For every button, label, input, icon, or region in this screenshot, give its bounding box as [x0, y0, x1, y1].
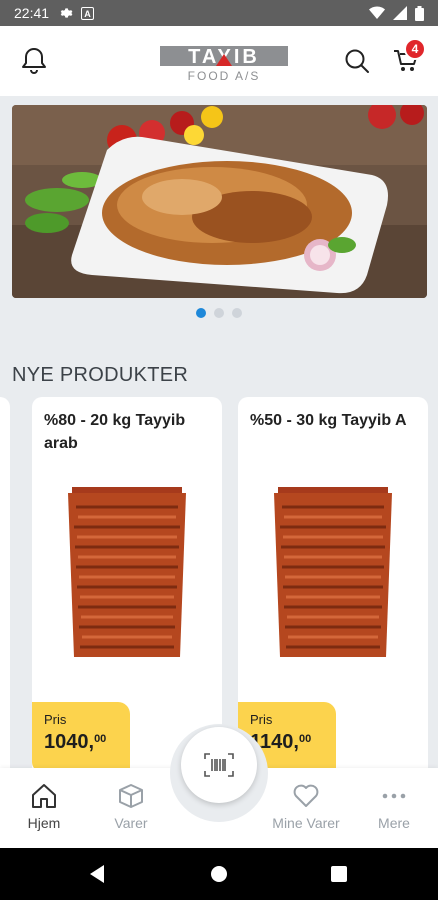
logo-subtext: FOOD A/S: [188, 69, 261, 83]
status-bar: 22:41 A: [0, 0, 438, 26]
product-title: %50 - 30 kg Tayyib A: [250, 412, 407, 429]
home-circle-icon[interactable]: [210, 864, 228, 884]
more-dots-icon: [382, 793, 406, 799]
tayib-logo[interactable]: TAYIB FOOD A/S: [160, 44, 288, 84]
nav-home-label: Hjem: [27, 815, 61, 831]
product-image: [68, 487, 186, 657]
promo-banner[interactable]: [12, 105, 427, 298]
svg-text:A: A: [84, 9, 91, 19]
nav-more-label: Mere: [378, 815, 410, 831]
product-card[interactable]: %80 - 20 kg Tayyib arab Pris 1040,00: [32, 397, 222, 769]
new-products-carousel[interactable]: %80 - 20 kg Tayyib arab Pris 1040,00 %50…: [0, 397, 438, 769]
system-navigation-bar: [0, 848, 438, 900]
nav-home[interactable]: Hjem: [4, 782, 84, 831]
wifi-icon: [369, 6, 385, 19]
barcode-scan-button[interactable]: [181, 727, 257, 803]
heart-icon: [293, 784, 319, 807]
bell-icon: [22, 48, 46, 74]
pagination-dot-1[interactable]: [196, 308, 206, 318]
signal-icon: [393, 6, 407, 20]
barcode-icon: [204, 753, 234, 777]
search-icon: [345, 49, 369, 73]
cart-count-badge: 4: [404, 38, 426, 60]
nav-more[interactable]: Mere: [354, 782, 434, 831]
settings-icon: [60, 8, 73, 18]
banner-pagination: [0, 308, 438, 318]
product-card-peek[interactable]: [0, 397, 10, 769]
price-label: Pris: [44, 712, 67, 727]
recents-icon[interactable]: [330, 864, 348, 884]
pagination-dot-2[interactable]: [214, 308, 224, 318]
nav-favorites[interactable]: Mine Varer: [266, 782, 346, 831]
back-icon[interactable]: [88, 864, 106, 884]
product-image: [274, 487, 392, 657]
product-title: %80 - 20 kg Tayyib arab: [44, 412, 186, 452]
section-title: NYE PRODUKTER: [12, 364, 189, 386]
box-icon: [119, 784, 143, 808]
banner-image: [12, 105, 427, 298]
status-time: 22:41: [14, 5, 50, 21]
nav-products-label: Varer: [114, 815, 148, 831]
pagination-dot-3[interactable]: [232, 308, 242, 318]
notifications-button[interactable]: [17, 44, 51, 78]
app-header: TAYIB FOOD A/S 4: [0, 26, 438, 96]
battery-icon: [415, 5, 424, 21]
nav-favorites-label: Mine Varer: [272, 815, 340, 831]
price-value: 1040,00: [44, 731, 107, 753]
nav-products[interactable]: Varer: [91, 782, 171, 831]
home-icon: [32, 784, 56, 808]
product-card[interactable]: %50 - 30 kg Tayyib A Pris 1140,00: [238, 397, 428, 769]
price-box: Pris 1040,00: [32, 702, 130, 769]
price-label: Pris: [250, 712, 273, 727]
search-button[interactable]: [340, 44, 374, 78]
notification-a-icon: A: [81, 6, 95, 20]
